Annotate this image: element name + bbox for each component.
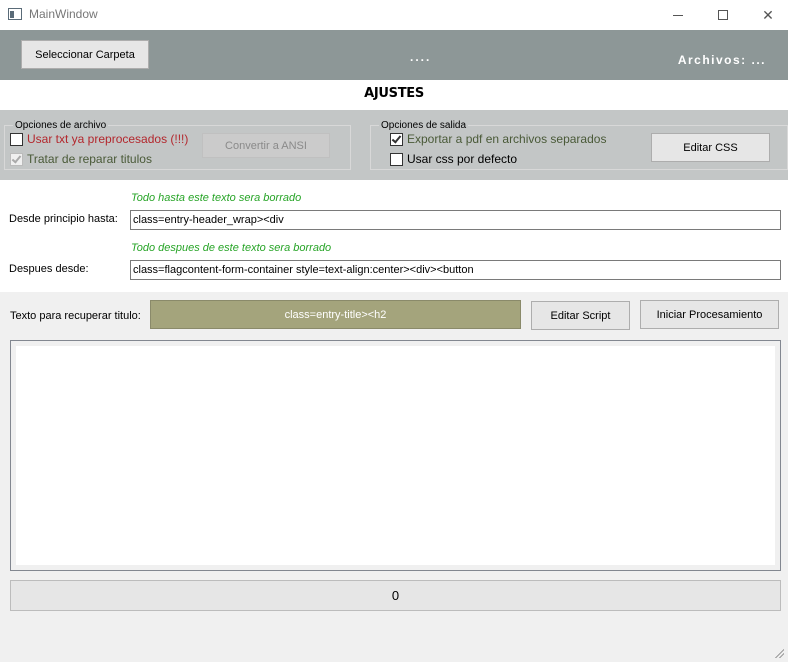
minimize-icon[interactable] xyxy=(655,0,701,30)
checkbox-checked-icon xyxy=(390,132,403,146)
use-preprocessed-checkbox[interactable]: Usar txt ya preprocesados (!!!) xyxy=(10,132,188,146)
app-window-icon xyxy=(8,8,22,20)
title-extract-label: Texto para recuperar titulo: xyxy=(10,310,141,322)
export-separate-pdf-checkbox[interactable]: Exportar a pdf en archivos separados xyxy=(390,132,606,146)
select-folder-button[interactable]: Seleccionar Carpeta xyxy=(21,40,149,69)
output-options-legend: Opciones de salida xyxy=(379,120,469,131)
file-options-legend: Opciones de archivo xyxy=(13,120,109,131)
export-separate-pdf-label: Exportar a pdf en archivos separados xyxy=(407,132,607,146)
title-extract-input[interactable]: class=entry-title><h2 xyxy=(150,300,521,329)
start-trim-input[interactable]: class=entry-header_wrap><div xyxy=(130,210,781,230)
files-count-label: Archivos: ... xyxy=(677,53,766,67)
end-trim-input[interactable]: class=flagcontent-form-container style=t… xyxy=(130,260,781,280)
maximize-icon[interactable] xyxy=(700,0,746,30)
convert-ansi-button[interactable]: Convertir a ANSI xyxy=(202,133,330,158)
processing-panel: Texto para recuperar titulo: class=entry… xyxy=(0,292,788,662)
folder-path-label: .... xyxy=(410,50,432,64)
window-titlebar: MainWindow ✕ xyxy=(0,0,788,30)
repair-titles-label: Tratar de reparar titulos xyxy=(27,152,152,166)
default-css-label: Usar css por defecto xyxy=(407,152,518,166)
log-text xyxy=(16,346,775,565)
progress-counter: 0 xyxy=(10,580,781,611)
section-title: AJUSTES xyxy=(364,86,424,101)
edit-css-button[interactable]: Editar CSS xyxy=(651,133,770,162)
log-textarea[interactable] xyxy=(10,340,781,571)
checkbox-checked-icon xyxy=(10,152,23,166)
checkbox-unchecked-icon xyxy=(390,152,403,166)
window-title: MainWindow xyxy=(29,7,98,21)
resize-grip-icon[interactable] xyxy=(774,648,784,658)
edit-script-button[interactable]: Editar Script xyxy=(531,301,630,330)
end-trim-label: Despues desde: xyxy=(9,263,89,275)
end-trim-hint: Todo despues de este texto sera borrado xyxy=(131,242,332,254)
default-css-checkbox[interactable]: Usar css por defecto xyxy=(390,152,517,166)
checkbox-unchecked-icon xyxy=(10,132,23,146)
use-preprocessed-label: Usar txt ya preprocesados (!!!) xyxy=(27,132,189,146)
close-icon[interactable]: ✕ xyxy=(745,0,788,30)
start-trim-label: Desde principio hasta: xyxy=(9,213,118,225)
start-trim-hint: Todo hasta este texto sera borrado xyxy=(131,192,302,204)
start-processing-button[interactable]: Iniciar Procesamiento xyxy=(640,300,779,329)
top-toolbar: Seleccionar Carpeta .... Archivos: ... xyxy=(0,30,788,80)
repair-titles-checkbox[interactable]: Tratar de reparar titulos xyxy=(10,152,152,166)
